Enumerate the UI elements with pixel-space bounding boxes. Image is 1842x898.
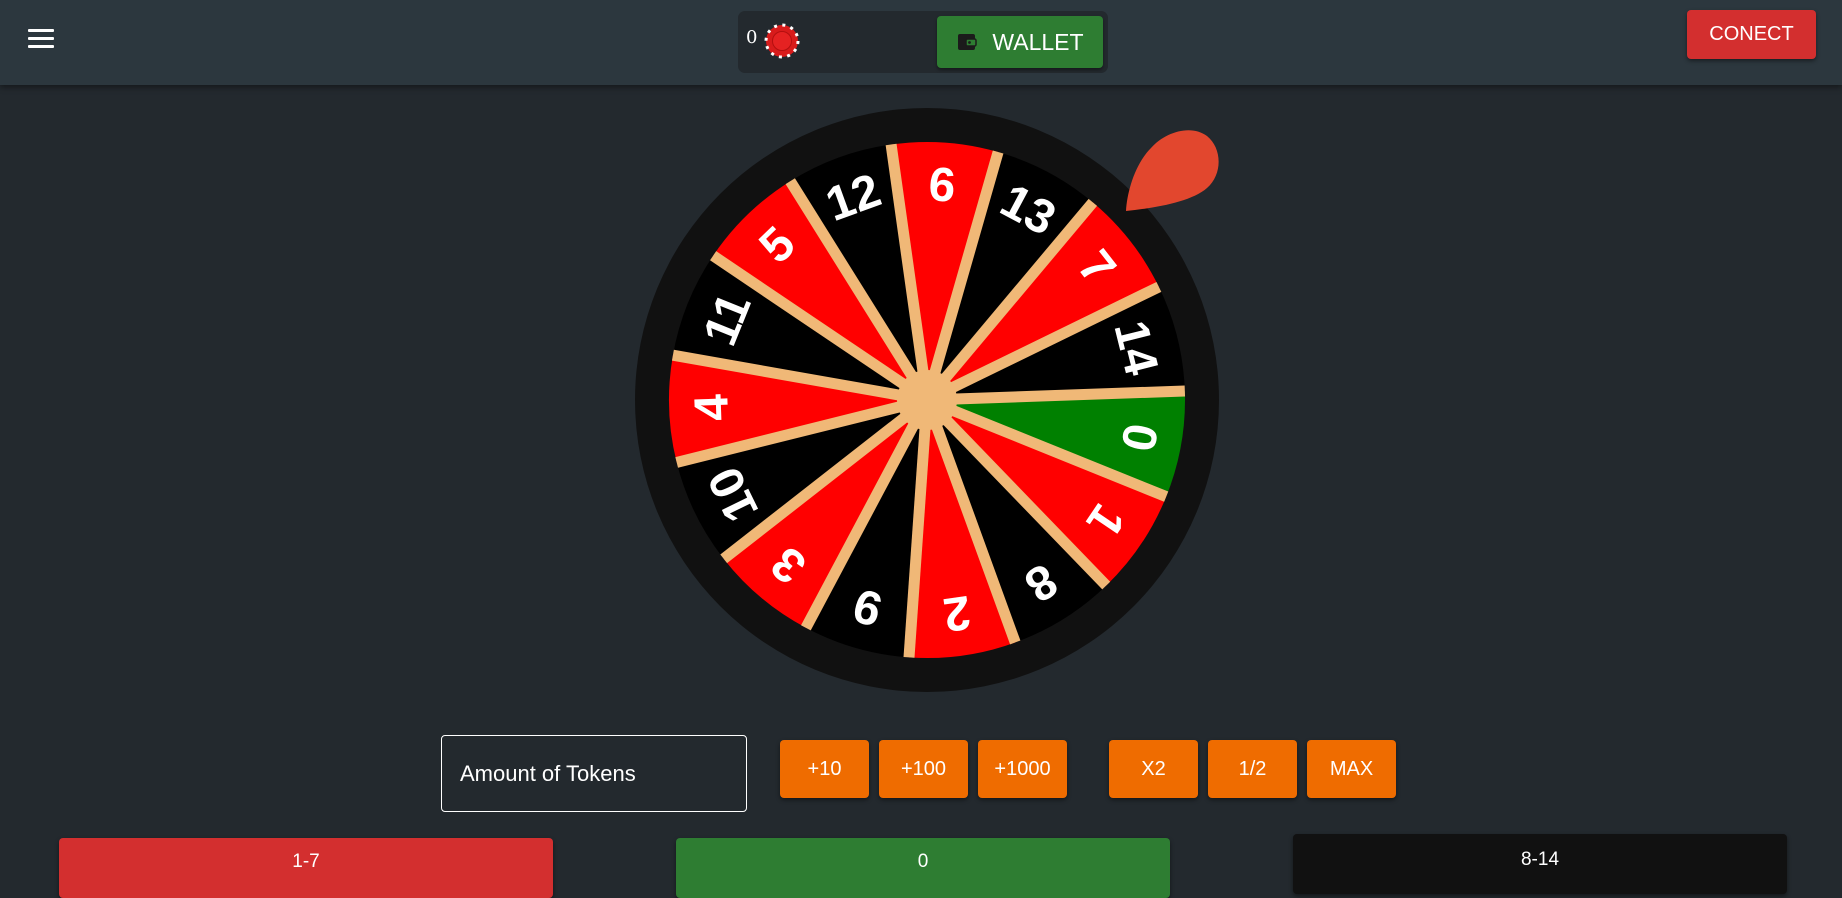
bet-low-button[interactable]: 1-7 xyxy=(59,838,553,898)
token-amount-input[interactable] xyxy=(441,735,747,812)
wallet-icon xyxy=(958,34,978,50)
wheel-pointer-icon xyxy=(1126,130,1219,211)
add-10-button[interactable]: +10 xyxy=(780,740,869,798)
wheel-hub xyxy=(897,370,957,430)
add-1000-button[interactable]: +1000 xyxy=(978,740,1067,798)
double-button[interactable]: X2 xyxy=(1109,740,1198,798)
poker-chip-icon xyxy=(764,23,800,59)
bet-high-button[interactable]: 8-14 xyxy=(1293,834,1787,894)
connect-button[interactable]: CONECT xyxy=(1687,10,1816,59)
half-button[interactable]: 1/2 xyxy=(1208,740,1297,798)
wallet-panel: 0 WALLET xyxy=(738,11,1108,73)
wheel-number-label: 4 xyxy=(685,393,739,422)
max-button[interactable]: MAX xyxy=(1307,740,1396,798)
wallet-button-label: WALLET xyxy=(992,28,1084,55)
bet-zero-button[interactable]: 0 xyxy=(676,838,1170,898)
wheel-number-label: 6 xyxy=(927,158,957,213)
add-100-button[interactable]: +100 xyxy=(879,740,968,798)
top-app-bar: 0 WALLET CONECT xyxy=(0,0,1842,85)
wallet-button[interactable]: WALLET xyxy=(937,16,1103,68)
hamburger-menu-icon[interactable] xyxy=(22,22,60,54)
token-balance: 0 xyxy=(746,27,758,48)
